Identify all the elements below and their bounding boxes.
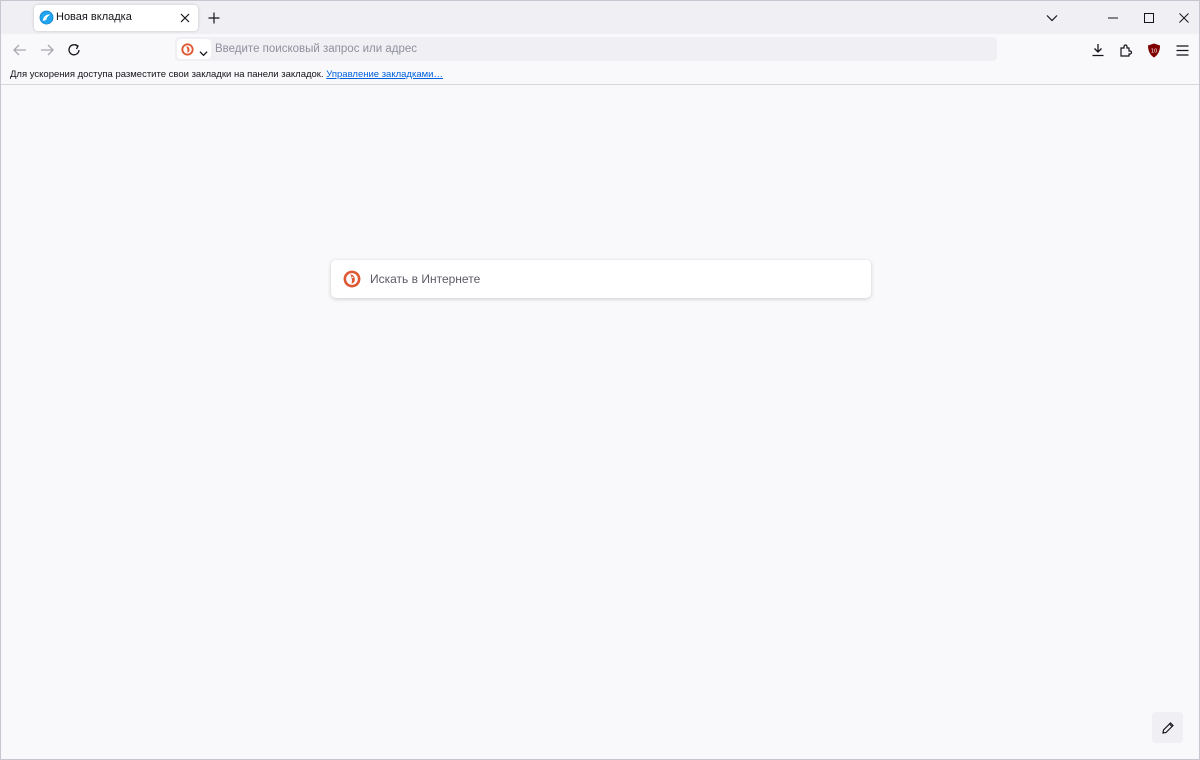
tab-list-chevron-down-icon[interactable] <box>1044 10 1060 26</box>
window-maximize-icon[interactable] <box>1141 10 1157 26</box>
tab-strip: Новая вкладка <box>1 1 1199 34</box>
pencil-icon <box>1161 721 1175 735</box>
manage-bookmarks-link[interactable]: Управление закладками… <box>326 69 443 80</box>
browser-window: Новая вкладка Введите поисковый запрос и… <box>0 0 1200 760</box>
chevron-down-icon <box>199 45 208 56</box>
bookmarks-empty-message: Для ускорения доступа разместите свои за… <box>10 69 443 80</box>
reload-icon[interactable] <box>64 40 84 60</box>
ublock-origin-shield-icon[interactable]: 10 <box>1144 40 1164 60</box>
window-minimize-icon[interactable] <box>1105 10 1121 26</box>
new-tab-content <box>1 86 1199 759</box>
extensions-puzzle-icon[interactable] <box>1116 40 1136 60</box>
new-tab-plus-icon[interactable] <box>205 9 223 27</box>
svg-text:10: 10 <box>1151 48 1157 54</box>
bookmarks-toolbar: Для ускорения доступа разместите свои за… <box>1 65 1199 85</box>
search-engine-button[interactable] <box>177 39 211 59</box>
firefox-icon <box>39 10 54 25</box>
web-search-box[interactable] <box>331 260 871 298</box>
tab-title: Новая вкладка <box>56 11 132 23</box>
navigation-bar: 10 <box>1 34 1199 65</box>
menu-hamburger-icon[interactable] <box>1172 40 1192 60</box>
window-close-icon[interactable] <box>1176 10 1192 26</box>
duckduckgo-icon <box>181 42 194 56</box>
tab-close-icon[interactable] <box>177 10 193 26</box>
back-arrow-icon[interactable] <box>10 40 30 60</box>
downloads-icon[interactable] <box>1088 40 1108 60</box>
tab-new-tab[interactable]: Новая вкладка <box>34 5 198 31</box>
customize-button[interactable] <box>1152 712 1183 743</box>
web-search-input[interactable] <box>370 270 850 288</box>
url-input[interactable] <box>215 41 975 57</box>
url-bar[interactable] <box>175 37 997 61</box>
bookmarks-message-text: Для ускорения доступа разместите свои за… <box>10 69 324 80</box>
forward-arrow-icon[interactable] <box>37 40 57 60</box>
duckduckgo-icon <box>343 270 361 288</box>
